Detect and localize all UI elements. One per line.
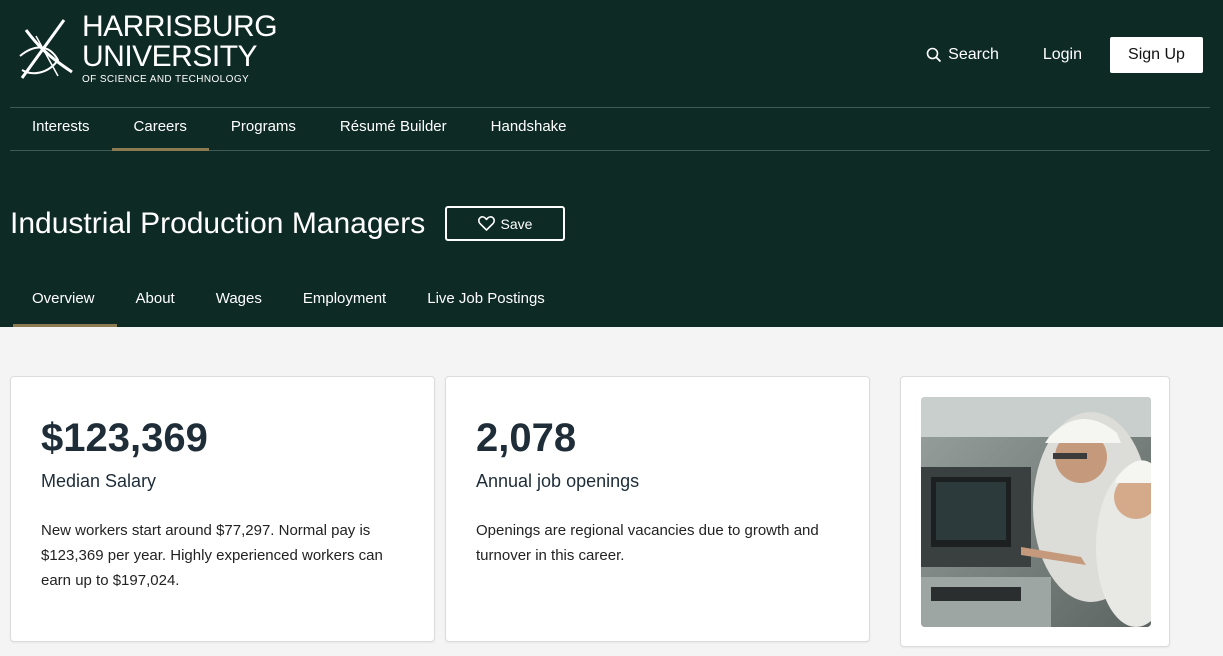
tab-overview[interactable]: Overview [13,276,117,327]
salary-card: $123,369 Median Salary New workers start… [10,376,435,642]
logo-line-1: HARRISBURG [82,10,278,43]
search-link[interactable]: Search [926,46,999,64]
job-openings-card: 2,078 Annual job openings Openings are r… [445,376,870,642]
nav-item-resume-builder[interactable]: Résumé Builder [318,108,469,151]
search-label: Search [948,46,999,63]
career-photo-card [900,376,1170,647]
sign-up-button[interactable]: Sign Up [1110,37,1203,73]
nav-item-handshake[interactable]: Handshake [469,108,589,151]
median-salary-value: $123,369 [41,416,208,460]
job-openings-label: Annual job openings [476,471,640,491]
university-logo[interactable]: HARRISBURG UNIVERSITY OF SCIENCE AND TEC… [18,12,278,85]
nav-item-programs[interactable]: Programs [209,108,318,151]
login-link[interactable]: Login [1043,46,1082,64]
header-actions: Search Login Sign Up [926,37,1203,73]
median-salary-label: Median Salary [41,471,157,491]
save-label: Save [500,215,533,232]
tab-wages[interactable]: Wages [197,276,284,327]
logo-mark-icon [19,19,73,79]
job-openings-value: 2,078 [476,416,577,460]
tab-about[interactable]: About [117,276,197,327]
page-title: Industrial Production Managers [10,207,426,240]
main-nav: Interests Careers Programs Résumé Builde… [10,107,1210,151]
logo-wordmark: HARRISBURG UNIVERSITY OF SCIENCE AND TEC… [82,10,278,86]
search-icon [926,47,942,63]
logo-line-3: OF SCIENCE AND TECHNOLOGY [82,74,250,85]
heart-icon [477,216,495,231]
workers-at-computer-image [921,397,1151,627]
tab-employment[interactable]: Employment [284,276,408,327]
logo-line-2: UNIVERSITY [82,40,258,73]
career-photo [921,397,1151,627]
site-header: HARRISBURG UNIVERSITY OF SCIENCE AND TEC… [0,0,1223,327]
save-button[interactable]: Save [445,206,565,241]
job-openings-description: Openings are regional vacancies due to g… [476,522,819,564]
nav-item-interests[interactable]: Interests [10,108,112,151]
nav-item-careers[interactable]: Careers [111,108,210,151]
tab-live-job-postings[interactable]: Live Job Postings [408,276,567,327]
career-tabs: Overview About Wages Employment Live Job… [13,276,567,327]
salary-description: New workers start around $77,297. Normal… [41,522,383,589]
